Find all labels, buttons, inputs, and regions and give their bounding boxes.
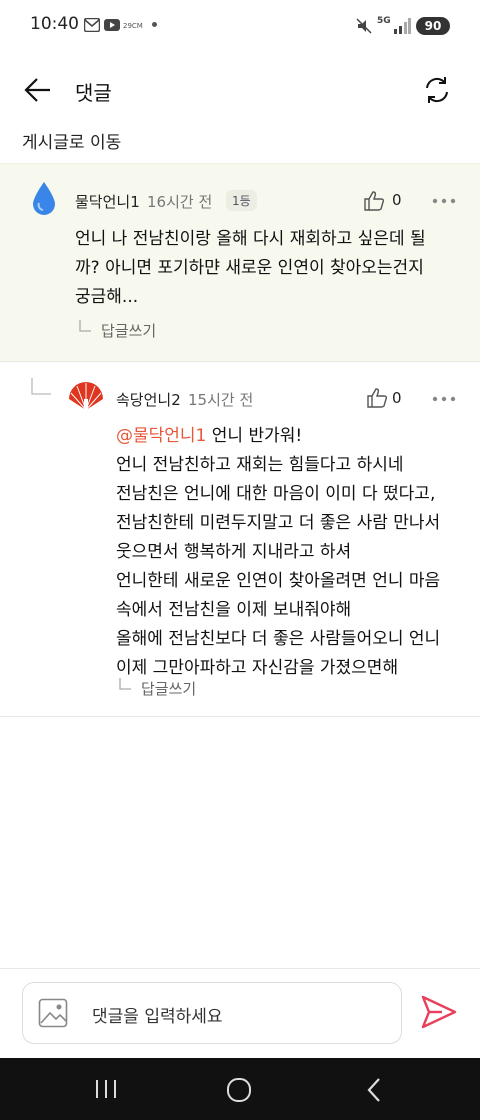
page-title: 댓글 [75,81,112,105]
water-drop-avatar-icon [33,182,55,215]
back-arrow-icon[interactable] [24,76,52,104]
back-nav-icon[interactable] [364,1077,384,1103]
home-icon[interactable] [226,1077,252,1103]
comment-text-line: 궁금해... [75,287,139,307]
comment-input-placeholder: 댓글을 입력하세요 [92,1007,223,1027]
status-app-label: 29CM [123,22,143,30]
comment-text: 언니 나 전남친이랑 올해 다시 재회하고 싶은데 될 까? 아니면 포기하먄 … [75,225,465,312]
comment-time: 15시간 전 [188,391,254,409]
more-options-icon[interactable] [432,198,456,204]
mute-icon [356,18,372,34]
status-time: 10:40 [30,14,79,34]
notification-dot [152,22,157,27]
reply-button[interactable]: 답글쓰기 [141,678,196,699]
recent-apps-icon[interactable] [94,1078,118,1100]
comment-text-segment: 언니 반가워! [206,426,303,446]
comment-text-line: 속에서 전남친을 이제 보내줘야해 [116,600,352,620]
battery-indicator: 90 [416,17,450,35]
image-attach-icon[interactable] [38,998,68,1028]
refresh-icon[interactable] [422,75,452,105]
comment-author: 물닥언니1 [75,193,140,211]
comment-first-line: @물닥언니1 언니 반가워! [116,422,466,451]
comment-time: 16시간 전 [147,193,213,211]
comment-text-line: 까? 아니면 포기하먄 새로운 인연이 찾아오는건지 [75,258,424,278]
more-options-icon[interactable] [432,396,456,402]
comment-text-line: 전남친은 언니에 대한 마음이 이미 다 떴다고, [116,484,436,504]
like-thumb-icon[interactable] [366,387,388,409]
divider [0,716,480,717]
gmail-icon [84,18,100,32]
goto-post-link[interactable]: 게시글로 이동 [22,128,121,153]
comment-text-line: 언니 전남친하고 재회는 힘들다고 하시네 [116,455,404,475]
rank-badge: 1등 [226,190,257,211]
comment-text-line: 웃으면서 행복하게 지내라고 하셔 [116,542,352,562]
fan-avatar-icon [69,382,103,411]
like-count: 0 [392,389,402,407]
comment-author: 속당언니2 [116,391,181,409]
reply-thread-icon [31,378,51,395]
send-icon[interactable] [420,994,458,1030]
status-bar: 10:40 29CM 5G 90 [0,0,480,52]
comment-text: @물닥언니1 언니 반가워! 언니 전남친하고 재회는 힘들다고 하시네 전남친… [116,422,466,683]
mention-link[interactable]: @물닥언니1 [116,426,206,446]
comment-text-line: 올해에 전남친보다 더 좋은 사람들어오니 언니 [116,629,441,649]
comment-text-line: 언니한테 새로운 인연이 찾아올려면 언니 마음 [116,571,441,591]
comment-text-line: 전남친한테 미련두지말고 더 좋은 사람 만나서 [116,513,441,533]
comment-text-line: 언니 나 전남친이랑 올해 다시 재회하고 싶은데 될 [75,229,426,249]
reply-corner-icon [79,320,91,332]
reply-corner-icon [119,678,131,690]
reply-button[interactable]: 답글쓰기 [101,320,156,341]
like-count: 0 [392,191,402,209]
signal-icon [394,18,411,34]
network-label: 5G [377,16,391,26]
like-thumb-icon[interactable] [363,190,385,212]
youtube-icon [104,19,120,31]
